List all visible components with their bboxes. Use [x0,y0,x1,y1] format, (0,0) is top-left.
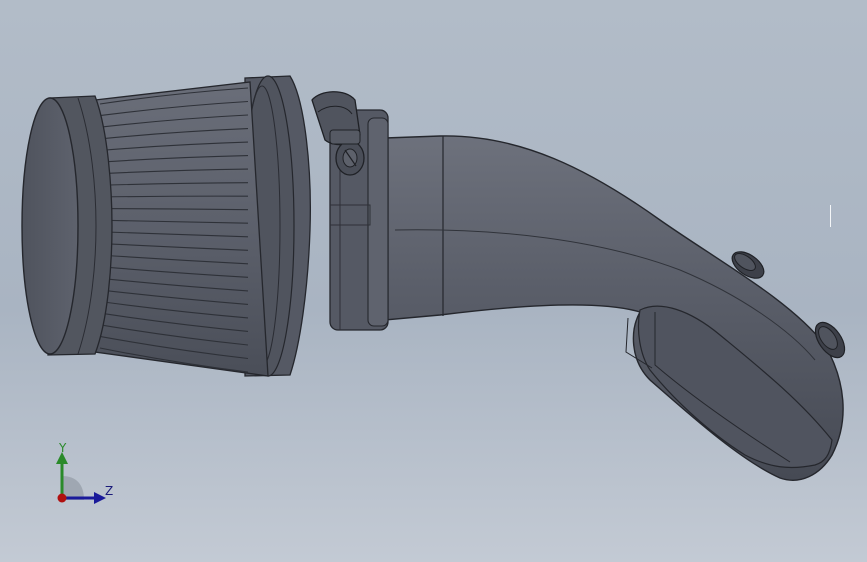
intake-tube[interactable] [384,135,844,481]
view-orientation-triad: Y Z [56,441,113,504]
air-filter-element[interactable] [94,81,269,377]
graphics-viewport[interactable]: Y Z [0,0,867,562]
text-cursor-mark [830,205,831,227]
3d-model-intake-assembly[interactable] [0,0,867,562]
z-axis-label: Z [105,484,113,498]
x-axis-origin-icon [57,493,67,503]
filter-end-cap[interactable] [21,95,113,356]
hose-clamp[interactable] [311,91,365,176]
y-axis-label: Y [58,441,67,455]
